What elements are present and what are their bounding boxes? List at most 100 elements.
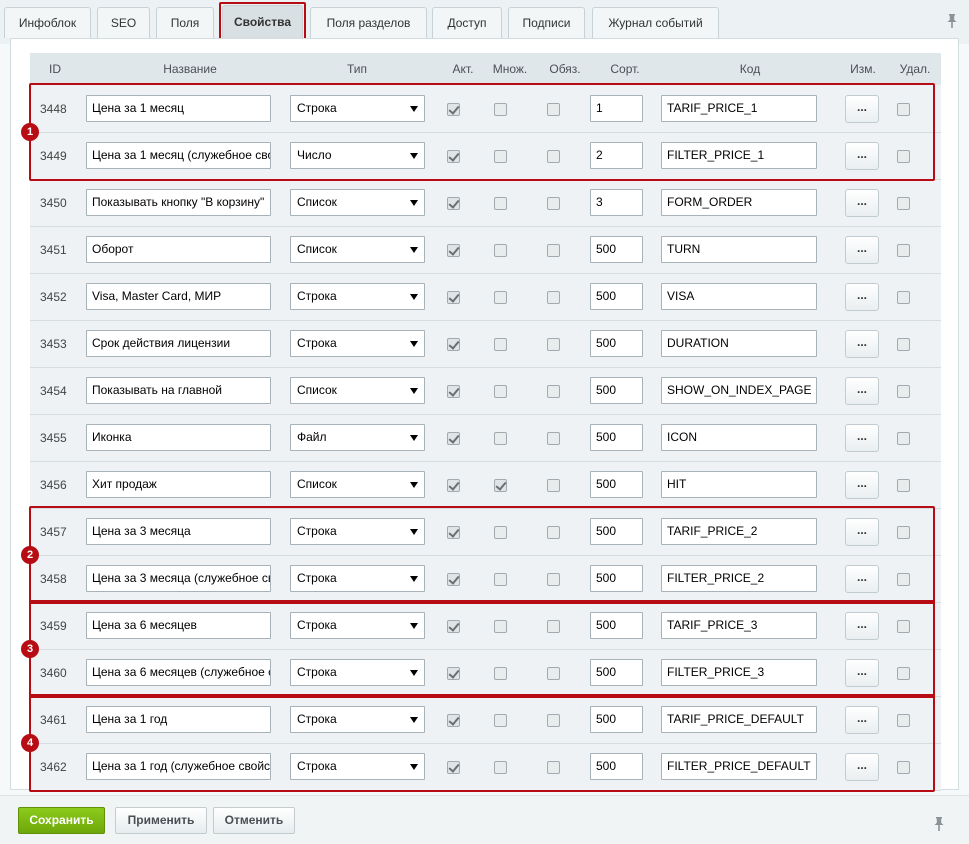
apply-button[interactable]: Применить <box>115 807 207 834</box>
delete-checkbox[interactable] <box>897 761 910 774</box>
multiple-checkbox[interactable] <box>494 714 507 727</box>
edit-property-button[interactable]: ... <box>845 283 879 311</box>
delete-checkbox[interactable] <box>897 620 910 633</box>
edit-property-button[interactable]: ... <box>845 236 879 264</box>
tab-3[interactable]: Поля <box>156 7 214 38</box>
code-input[interactable]: TARIF_PRICE_DEFAULT <box>661 706 817 733</box>
active-checkbox[interactable] <box>447 385 460 398</box>
active-checkbox[interactable] <box>447 479 460 492</box>
tab-8[interactable]: Журнал событий <box>592 7 719 38</box>
property-name-input[interactable]: Цена за 1 месяц (служебное сво <box>86 142 271 169</box>
property-type-select[interactable]: Строка <box>290 612 425 639</box>
code-input[interactable]: TURN <box>661 236 817 263</box>
active-checkbox[interactable] <box>447 714 460 727</box>
property-type-select[interactable]: Файл <box>290 424 425 451</box>
edit-property-button[interactable]: ... <box>845 189 879 217</box>
active-checkbox[interactable] <box>447 150 460 163</box>
property-type-select[interactable]: Строка <box>290 753 425 780</box>
sort-input[interactable]: 500 <box>590 330 643 357</box>
property-name-input[interactable]: Срок действия лицензии <box>86 330 271 357</box>
property-name-input[interactable]: Visa, Master Card, МИР <box>86 283 271 310</box>
sort-input[interactable]: 2 <box>590 142 643 169</box>
property-type-select[interactable]: Строка <box>290 95 425 122</box>
delete-checkbox[interactable] <box>897 338 910 351</box>
active-checkbox[interactable] <box>447 244 460 257</box>
cancel-button[interactable]: Отменить <box>213 807 295 834</box>
delete-checkbox[interactable] <box>897 244 910 257</box>
multiple-checkbox[interactable] <box>494 620 507 633</box>
property-type-select[interactable]: Строка <box>290 330 425 357</box>
active-checkbox[interactable] <box>447 103 460 116</box>
active-checkbox[interactable] <box>447 338 460 351</box>
multiple-checkbox[interactable] <box>494 667 507 680</box>
edit-property-button[interactable]: ... <box>845 142 879 170</box>
delete-checkbox[interactable] <box>897 479 910 492</box>
code-input[interactable]: FILTER_PRICE_DEFAULT <box>661 753 817 780</box>
multiple-checkbox[interactable] <box>494 385 507 398</box>
active-checkbox[interactable] <box>447 197 460 210</box>
required-checkbox[interactable] <box>547 103 560 116</box>
sort-input[interactable]: 500 <box>590 424 643 451</box>
active-checkbox[interactable] <box>447 761 460 774</box>
code-input[interactable]: TARIF_PRICE_2 <box>661 518 817 545</box>
required-checkbox[interactable] <box>547 338 560 351</box>
property-type-select[interactable]: Число <box>290 142 425 169</box>
delete-checkbox[interactable] <box>897 432 910 445</box>
sort-input[interactable]: 500 <box>590 518 643 545</box>
tab-6[interactable]: Доступ <box>432 7 502 38</box>
required-checkbox[interactable] <box>547 244 560 257</box>
code-input[interactable]: TARIF_PRICE_3 <box>661 612 817 639</box>
edit-property-button[interactable]: ... <box>845 518 879 546</box>
required-checkbox[interactable] <box>547 620 560 633</box>
multiple-checkbox[interactable] <box>494 432 507 445</box>
code-input[interactable]: DURATION <box>661 330 817 357</box>
property-name-input[interactable]: Цена за 6 месяцев (служебное с <box>86 659 271 686</box>
pin-icon[interactable] <box>932 816 946 832</box>
code-input[interactable]: FILTER_PRICE_2 <box>661 565 817 592</box>
required-checkbox[interactable] <box>547 291 560 304</box>
code-input[interactable]: TARIF_PRICE_1 <box>661 95 817 122</box>
required-checkbox[interactable] <box>547 761 560 774</box>
multiple-checkbox[interactable] <box>494 526 507 539</box>
edit-property-button[interactable]: ... <box>845 377 879 405</box>
delete-checkbox[interactable] <box>897 197 910 210</box>
property-name-input[interactable]: Цена за 3 месяца <box>86 518 271 545</box>
property-name-input[interactable]: Цена за 1 месяц <box>86 95 271 122</box>
code-input[interactable]: ICON <box>661 424 817 451</box>
multiple-checkbox[interactable] <box>494 244 507 257</box>
property-name-input[interactable]: Показывать на главной <box>86 377 271 404</box>
edit-property-button[interactable]: ... <box>845 95 879 123</box>
code-input[interactable]: FILTER_PRICE_3 <box>661 659 817 686</box>
active-checkbox[interactable] <box>447 667 460 680</box>
edit-property-button[interactable]: ... <box>845 706 879 734</box>
multiple-checkbox[interactable] <box>494 103 507 116</box>
code-input[interactable]: FILTER_PRICE_1 <box>661 142 817 169</box>
active-checkbox[interactable] <box>447 291 460 304</box>
multiple-checkbox[interactable] <box>494 761 507 774</box>
active-checkbox[interactable] <box>447 526 460 539</box>
delete-checkbox[interactable] <box>897 526 910 539</box>
required-checkbox[interactable] <box>547 197 560 210</box>
property-type-select[interactable]: Строка <box>290 518 425 545</box>
delete-checkbox[interactable] <box>897 714 910 727</box>
property-type-select[interactable]: Строка <box>290 565 425 592</box>
property-name-input[interactable]: Показывать кнопку "В корзину" <box>86 189 271 216</box>
required-checkbox[interactable] <box>547 150 560 163</box>
sort-input[interactable]: 500 <box>590 471 643 498</box>
sort-input[interactable]: 500 <box>590 659 643 686</box>
tab-7[interactable]: Подписи <box>508 7 585 38</box>
sort-input[interactable]: 500 <box>590 236 643 263</box>
sort-input[interactable]: 500 <box>590 565 643 592</box>
sort-input[interactable]: 500 <box>590 753 643 780</box>
save-button[interactable]: Сохранить <box>18 807 105 834</box>
multiple-checkbox[interactable] <box>494 479 507 492</box>
delete-checkbox[interactable] <box>897 667 910 680</box>
code-input[interactable]: VISA <box>661 283 817 310</box>
sort-input[interactable]: 1 <box>590 95 643 122</box>
code-input[interactable]: HIT <box>661 471 817 498</box>
edit-property-button[interactable]: ... <box>845 565 879 593</box>
multiple-checkbox[interactable] <box>494 338 507 351</box>
delete-checkbox[interactable] <box>897 150 910 163</box>
property-name-input[interactable]: Цена за 1 год <box>86 706 271 733</box>
multiple-checkbox[interactable] <box>494 150 507 163</box>
